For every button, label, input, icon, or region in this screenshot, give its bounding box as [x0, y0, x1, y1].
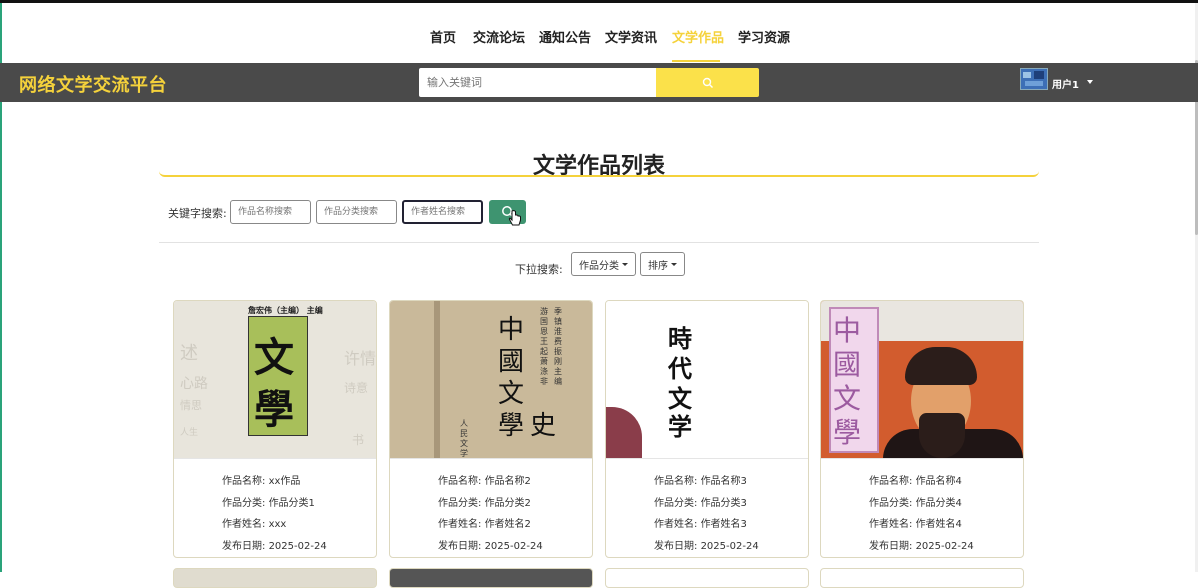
work-name-row: 作品名称: xx作品: [222, 476, 301, 487]
work-author-row: 作者姓名: 作者姓名2: [438, 519, 531, 530]
work-cover-image[interactable]: 時 代 文 学: [606, 301, 808, 459]
author-name-search-input[interactable]: [402, 200, 483, 224]
main-nav: 首页 交流论坛 通知公告 文学资讯 文学作品 学习资源: [0, 3, 1198, 63]
work-name-row: 作品名称: 作品名称4: [869, 476, 962, 487]
nav-item-works[interactable]: 文学作品: [672, 27, 724, 46]
site-search-button[interactable]: [656, 68, 759, 97]
nav-item-forum[interactable]: 交流论坛: [473, 27, 525, 46]
work-card[interactable]: 時 代 文 学 作品名称: 作品名称3 作品分类: 作品分类3 作者姓名: 作者…: [605, 300, 809, 558]
work-author: 作者姓名2: [484, 519, 531, 530]
work-author: 作者姓名4: [915, 519, 962, 530]
work-name: xx作品: [268, 476, 301, 487]
search-icon: [702, 77, 713, 88]
category-dropdown-label: 作品分类: [579, 260, 619, 272]
header-bar: 网络文学交流平台 用户1: [0, 63, 1198, 102]
caret-down-icon: [622, 262, 628, 266]
work-cover-image[interactable]: 述 心路 情思 人生 许情 诗意 书 詹宏伟（主编） 主编 文 學: [174, 301, 376, 459]
work-category: 作品分类3: [700, 498, 747, 509]
work-cover-image[interactable]: 中 國 文 學: [821, 301, 1023, 459]
work-category-search-input[interactable]: [316, 200, 397, 224]
nav-active-indicator: [672, 60, 720, 62]
site-brand[interactable]: 网络文学交流平台: [19, 71, 167, 97]
work-category-row: 作品分类: 作品分类4: [869, 498, 962, 509]
nav-item-news[interactable]: 文学资讯: [605, 27, 657, 46]
user-name[interactable]: 用户1: [1052, 76, 1079, 91]
work-date: 2025-02-24: [484, 541, 543, 552]
site-search-input[interactable]: [419, 68, 656, 97]
work-author: xxx: [268, 519, 287, 530]
filter-divider: [159, 242, 1039, 243]
work-author-row: 作者姓名: 作者姓名3: [654, 519, 747, 530]
sort-dropdown-label: 排序: [648, 260, 668, 272]
work-card-partial[interactable]: [389, 568, 593, 588]
work-category: 作品分类1: [268, 498, 315, 509]
work-category: 作品分类4: [915, 498, 962, 509]
work-category: 作品分类2: [484, 498, 531, 509]
cover-top-text: 詹宏伟（主编） 主编: [248, 306, 323, 315]
dropdown-search-label: 下拉搜索:: [515, 263, 563, 276]
caret-down-icon: [671, 262, 677, 266]
work-name-row: 作品名称: 作品名称3: [654, 476, 747, 487]
work-cover-image[interactable]: 中 國 文 學 史 游国恩王起萧涤非 季镇淮费振刚主编 人民文学出版: [390, 301, 592, 459]
work-category-row: 作品分类: 作品分类2: [438, 498, 531, 509]
work-card-partial[interactable]: [173, 568, 377, 588]
hand-cursor-icon: [508, 210, 521, 226]
work-author-row: 作者姓名: xxx: [222, 519, 287, 530]
work-date: 2025-02-24: [915, 541, 974, 552]
sort-dropdown[interactable]: 排序: [640, 252, 685, 276]
work-date-row: 发布日期: 2025-02-24: [654, 541, 759, 552]
work-card[interactable]: 中 國 文 學 作品名称: 作品名称4 作品分类: 作品分类4 作者姓名: 作者…: [820, 300, 1024, 558]
work-card[interactable]: 述 心路 情思 人生 许情 诗意 书 詹宏伟（主编） 主编 文 學 作品名称: …: [173, 300, 377, 558]
user-menu-caret-icon[interactable]: [1087, 80, 1093, 84]
title-underline: [159, 171, 1039, 177]
nav-item-home[interactable]: 首页: [430, 27, 456, 46]
category-dropdown[interactable]: 作品分类: [571, 252, 636, 276]
work-name: 作品名称2: [484, 476, 531, 487]
work-category-row: 作品分类: 作品分类1: [222, 498, 315, 509]
work-name-search-input[interactable]: [230, 200, 311, 224]
keyword-search-label: 关键字搜索:: [168, 207, 227, 220]
avatar[interactable]: [1020, 68, 1048, 90]
work-date-row: 发布日期: 2025-02-24: [869, 541, 974, 552]
work-name-row: 作品名称: 作品名称2: [438, 476, 531, 487]
work-card-partial[interactable]: [605, 568, 809, 588]
cover-vase: [606, 407, 642, 458]
work-author-row: 作者姓名: 作者姓名4: [869, 519, 962, 530]
work-date: 2025-02-24: [268, 541, 327, 552]
nav-item-notices[interactable]: 通知公告: [539, 27, 591, 46]
work-card[interactable]: 中 國 文 學 史 游国恩王起萧涤非 季镇淮费振刚主编 人民文学出版 作品名称:…: [389, 300, 593, 558]
work-name: 作品名称3: [700, 476, 747, 487]
work-author: 作者姓名3: [700, 519, 747, 530]
nav-item-resources[interactable]: 学习资源: [738, 27, 790, 46]
work-name: 作品名称4: [915, 476, 962, 487]
work-category-row: 作品分类: 作品分类3: [654, 498, 747, 509]
work-date: 2025-02-24: [700, 541, 759, 552]
work-date-row: 发布日期: 2025-02-24: [222, 541, 327, 552]
work-date-row: 发布日期: 2025-02-24: [438, 541, 543, 552]
work-card-partial[interactable]: [820, 568, 1024, 588]
